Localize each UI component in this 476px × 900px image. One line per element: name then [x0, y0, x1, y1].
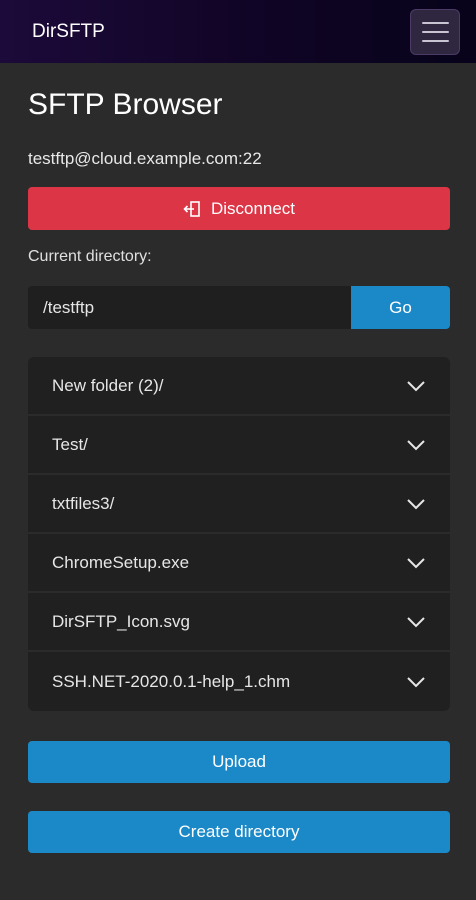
chevron-down-icon[interactable]	[406, 380, 426, 392]
file-name: New folder (2)/	[52, 375, 164, 395]
create-directory-button[interactable]: Create directory	[28, 811, 450, 853]
chevron-down-icon[interactable]	[406, 676, 426, 688]
page-title: SFTP Browser	[28, 88, 223, 121]
directory-path-input[interactable]	[28, 286, 351, 329]
connection-label: testftp@cloud.example.com:22	[28, 149, 262, 168]
current-directory-label: Current directory:	[28, 248, 152, 265]
chevron-down-icon[interactable]	[406, 439, 426, 451]
hamburger-menu-button[interactable]	[410, 8, 460, 55]
file-list-item[interactable]: DirSFTP_Icon.svg	[28, 593, 450, 652]
navbar: DirSFTP	[0, 0, 476, 63]
path-row: Go	[28, 286, 450, 329]
file-name: DirSFTP_Icon.svg	[52, 611, 190, 631]
chevron-down-icon[interactable]	[406, 498, 426, 510]
disconnect-label: Disconnect	[210, 198, 296, 218]
file-name: Test/	[52, 434, 88, 454]
file-list-item[interactable]: ChromeSetup.exe	[28, 534, 450, 593]
file-list-item[interactable]: Test/	[28, 416, 450, 475]
file-name: SSH.NET-2020.0.1-help_1.chm	[52, 671, 291, 691]
file-list-item[interactable]: SSH.NET-2020.0.1-help_1.chm	[28, 652, 450, 711]
file-name: txtfiles3/	[52, 493, 115, 513]
chevron-down-icon[interactable]	[406, 616, 426, 628]
file-list-item[interactable]: txtfiles3/	[28, 475, 450, 534]
file-list-item[interactable]: New folder (2)/	[28, 357, 450, 416]
file-list: New folder (2)/ Test/txtfiles3/ChromeSetu…	[28, 357, 450, 711]
go-button[interactable]: Go	[351, 286, 450, 329]
brand-name[interactable]: DirSFTP	[32, 21, 105, 43]
main-content: SFTP Browser testftp@cloud.example.com:2…	[0, 87, 476, 853]
door-exit-icon	[183, 200, 200, 217]
hamburger-line	[421, 30, 449, 33]
disconnect-button[interactable]: Disconnect	[28, 187, 450, 230]
hamburger-line	[421, 39, 449, 42]
chevron-down-icon[interactable]	[406, 557, 426, 569]
hamburger-line	[421, 21, 449, 24]
file-name: ChromeSetup.exe	[52, 552, 190, 572]
upload-button[interactable]: Upload	[28, 741, 450, 783]
